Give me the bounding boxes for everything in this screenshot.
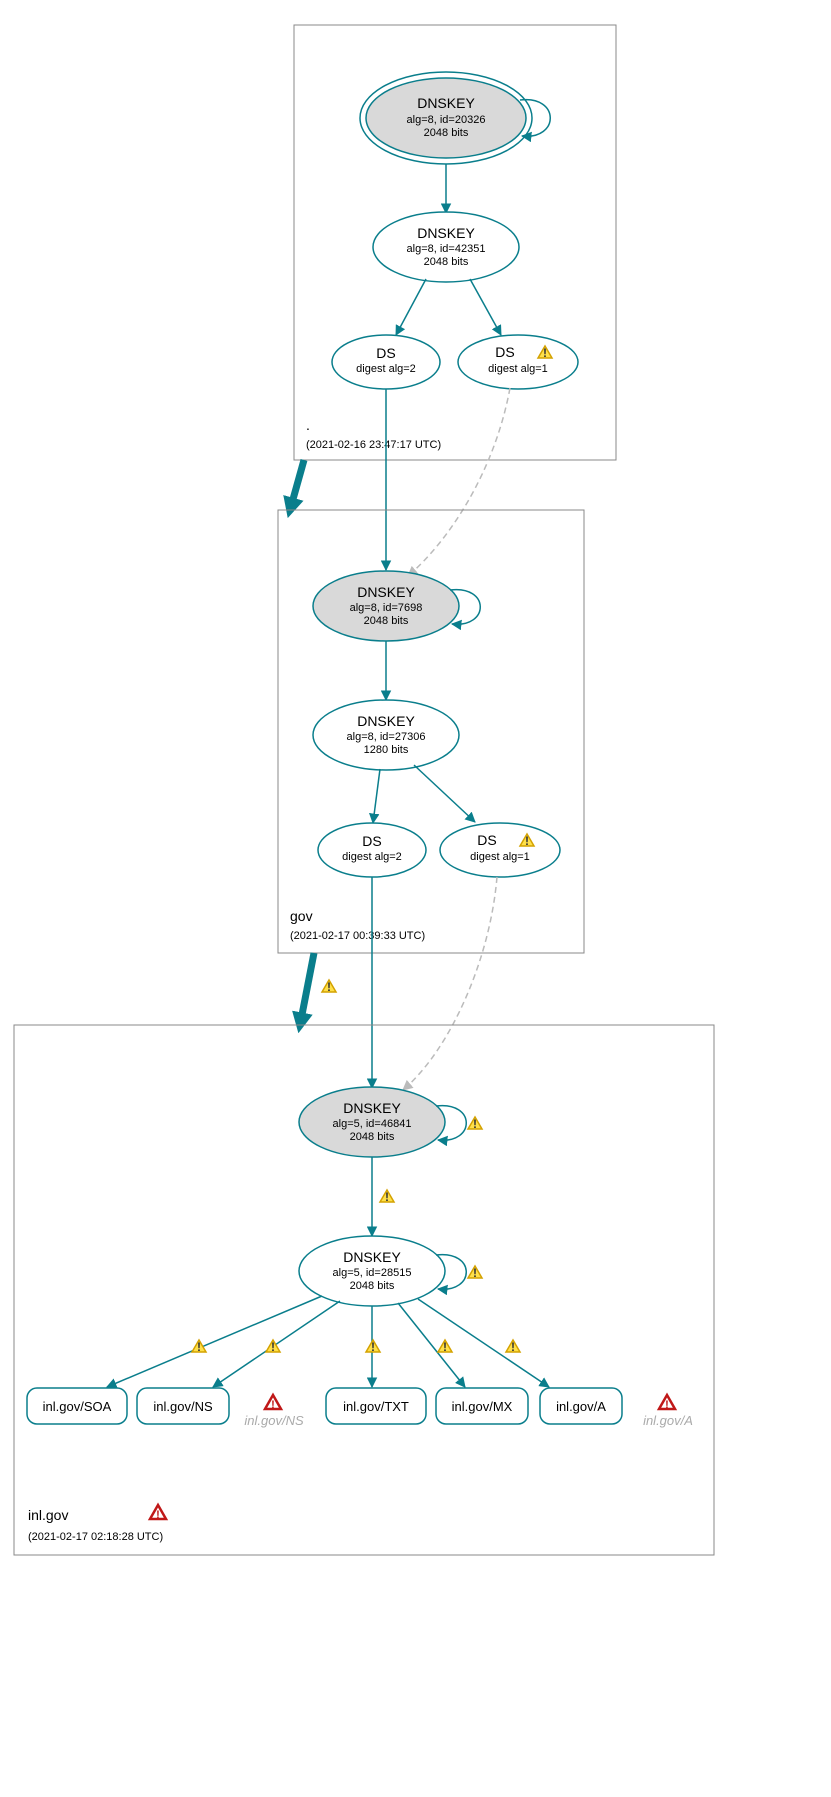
delegation-gov-inl [300,953,314,1025]
svg-text:2048 bits: 2048 bits [424,256,469,268]
svg-text:!: ! [511,1340,515,1354]
warning-icon: ! [380,1190,394,1204]
svg-text:inl.gov/TXT: inl.gov/TXT [343,1399,409,1414]
svg-text:2048 bits: 2048 bits [350,1280,395,1292]
zone-gov-ts: (2021-02-17 00:39:33 UTC) [290,930,425,942]
svg-text:DNSKEY: DNSKEY [343,1249,401,1265]
warning-icon: ! [468,1266,482,1280]
svg-text:digest alg=1: digest alg=1 [470,851,530,863]
svg-text:inl.gov/A: inl.gov/A [556,1399,606,1414]
svg-text:DS: DS [477,832,496,848]
node-root-ds1: DS digest alg=1 ! [458,335,578,389]
svg-text:DS: DS [376,345,395,361]
dnssec-graph: . (2021-02-16 23:47:17 UTC) DNSKEY alg=8… [0,0,831,1797]
svg-text:!: ! [271,1399,275,1411]
rr-a: inl.gov/A [540,1388,622,1424]
rr-ns: inl.gov/NS [137,1388,229,1424]
svg-text:alg=8, id=42351: alg=8, id=42351 [407,243,486,255]
svg-text:!: ! [371,1340,375,1354]
warning-icon: ! [322,980,336,994]
zone-inl-ts: (2021-02-17 02:18:28 UTC) [28,1531,163,1543]
rr-soa: inl.gov/SOA [27,1388,127,1424]
svg-text:inl.gov/MX: inl.gov/MX [452,1399,513,1414]
warning-icon: ! [192,1340,206,1354]
node-inl-zsk: DNSKEY alg=5, id=28515 2048 bits ! [299,1236,482,1306]
svg-text:DNSKEY: DNSKEY [417,225,475,241]
svg-text:!: ! [197,1340,201,1354]
svg-text:1280 bits: 1280 bits [364,744,409,756]
svg-text:!: ! [543,346,547,360]
warning-icon: ! [366,1340,380,1354]
node-gov-ds2: DS digest alg=2 [318,823,426,877]
delegation-root-gov [290,460,304,510]
svg-text:alg=5, id=28515: alg=5, id=28515 [333,1267,412,1279]
svg-text:!: ! [665,1399,669,1411]
svg-text:DNSKEY: DNSKEY [343,1100,401,1116]
svg-text:!: ! [473,1117,477,1131]
svg-text:digest alg=1: digest alg=1 [488,363,548,375]
ghost-a: ! [659,1395,675,1411]
svg-text:!: ! [156,1509,160,1521]
svg-text:alg=8, id=7698: alg=8, id=7698 [350,602,423,614]
zone-inl-name: inl.gov [28,1507,68,1523]
svg-text:!: ! [385,1190,389,1204]
node-root-ksk: DNSKEY alg=8, id=20326 2048 bits [360,72,550,164]
ghost-a-label: inl.gov/A [643,1413,693,1428]
svg-text:alg=8, id=20326: alg=8, id=20326 [407,114,486,126]
zone-gov-name: gov [290,908,313,924]
svg-text:alg=5, id=46841: alg=5, id=46841 [333,1118,412,1130]
svg-text:!: ! [271,1340,275,1354]
svg-text:2048 bits: 2048 bits [350,1131,395,1143]
node-inl-ksk: DNSKEY alg=5, id=46841 2048 bits ! [299,1087,482,1157]
svg-text:digest alg=2: digest alg=2 [356,363,416,375]
svg-text:DS: DS [362,833,381,849]
svg-text:!: ! [525,834,529,848]
svg-text:DNSKEY: DNSKEY [417,95,475,111]
node-gov-ksk: DNSKEY alg=8, id=7698 2048 bits [313,571,480,641]
error-icon: ! [150,1505,166,1521]
rr-mx: inl.gov/MX [436,1388,528,1424]
svg-text:inl.gov/NS: inl.gov/NS [153,1399,213,1414]
node-gov-zsk: DNSKEY alg=8, id=27306 1280 bits [313,700,459,770]
svg-text:DNSKEY: DNSKEY [357,584,415,600]
svg-text:DS: DS [495,344,514,360]
svg-text:digest alg=2: digest alg=2 [342,851,402,863]
rr-txt: inl.gov/TXT [326,1388,426,1424]
zone-root-ts: (2021-02-16 23:47:17 UTC) [306,439,441,451]
svg-text:!: ! [473,1266,477,1280]
svg-text:DNSKEY: DNSKEY [357,713,415,729]
svg-text:alg=8, id=27306: alg=8, id=27306 [347,731,426,743]
node-root-zsk: DNSKEY alg=8, id=42351 2048 bits [373,212,519,282]
svg-text:inl.gov/SOA: inl.gov/SOA [43,1399,112,1414]
warning-icon: ! [468,1117,482,1131]
svg-text:!: ! [327,980,331,994]
ghost-ns: ! [265,1395,281,1411]
svg-text:2048 bits: 2048 bits [424,127,469,139]
svg-text:2048 bits: 2048 bits [364,615,409,627]
warning-icon: ! [438,1340,452,1354]
svg-text:!: ! [443,1340,447,1354]
ghost-ns-label: inl.gov/NS [244,1413,304,1428]
warning-icon: ! [266,1340,280,1354]
zone-root-name: . [306,417,310,433]
warning-icon: ! [506,1340,520,1354]
node-root-ds2: DS digest alg=2 [332,335,440,389]
node-gov-ds1: DS digest alg=1 ! [440,823,560,877]
